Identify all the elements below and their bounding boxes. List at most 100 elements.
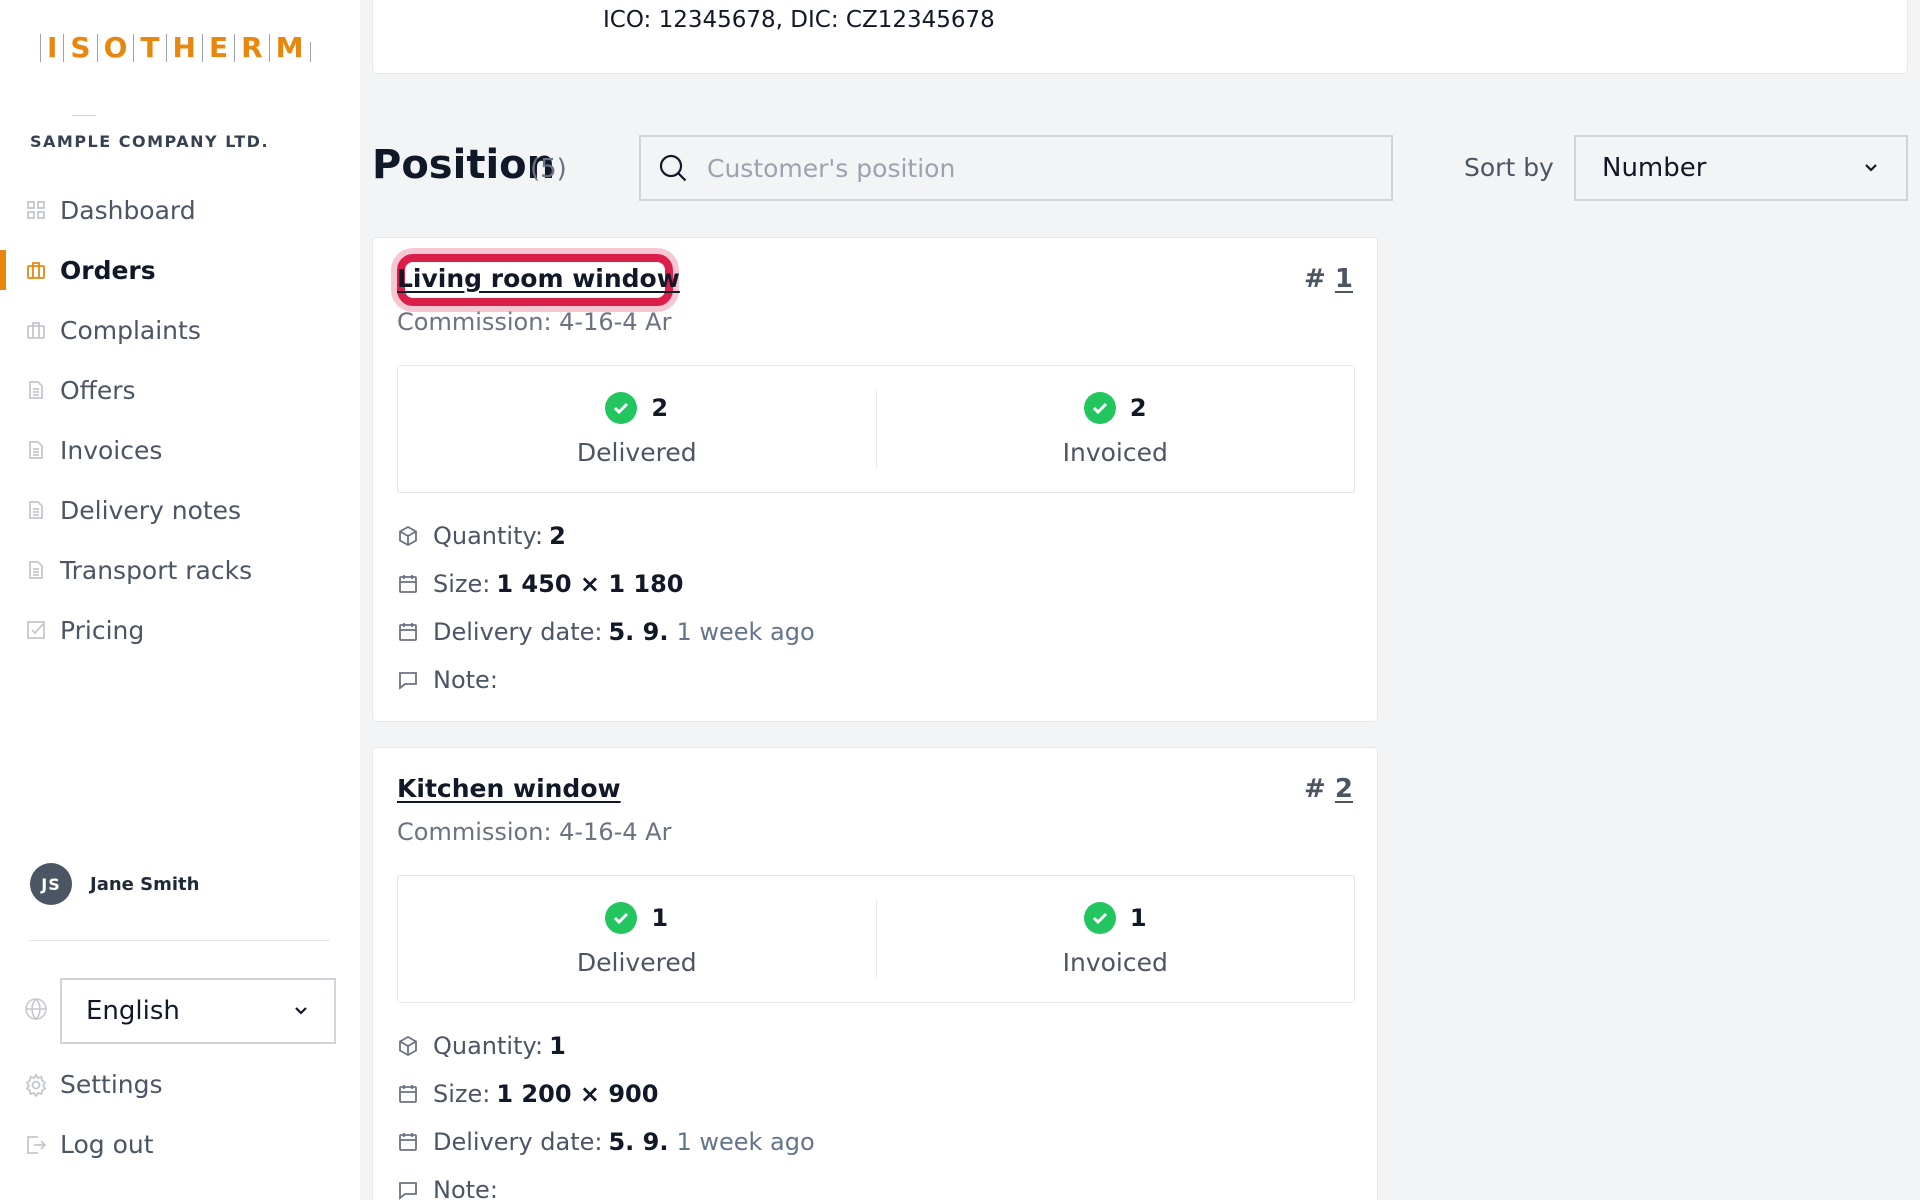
sidebar-divider bbox=[28, 940, 330, 941]
calendar-icon bbox=[399, 575, 417, 593]
comment-icon bbox=[399, 672, 417, 690]
logout-link[interactable]: Log out bbox=[24, 1130, 154, 1159]
status-summary: 1 Delivered 1 Invoiced bbox=[397, 875, 1355, 1003]
nav-item-complaints[interactable]: Complaints bbox=[0, 300, 360, 360]
position-number: # 1 bbox=[1304, 264, 1353, 294]
check-circle-icon bbox=[1083, 391, 1116, 424]
check-circle-icon bbox=[1083, 901, 1116, 934]
language-selected: English bbox=[86, 996, 180, 1026]
logo-divider bbox=[309, 42, 311, 62]
position-title-link[interactable]: Living room window bbox=[397, 264, 680, 293]
hash-symbol: # bbox=[1304, 264, 1326, 294]
nav-item-delivery-notes[interactable]: Delivery notes bbox=[0, 480, 360, 540]
grid-icon bbox=[26, 200, 46, 220]
nav-item-label: Orders bbox=[60, 255, 156, 285]
position-card: Kitchen window # 2 Commission: 4-16-4 Ar… bbox=[372, 747, 1378, 1200]
settings-label: Settings bbox=[60, 1070, 163, 1099]
user-profile[interactable]: JS Jane Smith bbox=[30, 863, 199, 905]
delivered-count: 2 bbox=[651, 393, 669, 422]
delivered-label: Delivered bbox=[576, 947, 697, 977]
check-circle-icon bbox=[605, 901, 638, 934]
size-label: Size: bbox=[433, 570, 491, 598]
chevron-down-icon bbox=[1862, 153, 1880, 183]
delivery-date-row: Delivery date: 5. 9. 1 week ago bbox=[397, 618, 815, 646]
nav-item-dashboard[interactable]: Dashboard bbox=[0, 180, 360, 240]
briefcase-icon bbox=[26, 320, 46, 340]
search-input[interactable] bbox=[707, 153, 1357, 183]
calendar-icon bbox=[399, 1085, 417, 1103]
nav-item-offers[interactable]: Offers bbox=[0, 360, 360, 420]
status-summary: 2 Delivered 2 Invoiced bbox=[397, 365, 1355, 493]
logout-icon bbox=[27, 1135, 47, 1154]
invoiced-stat: 1 Invoiced bbox=[875, 900, 1355, 978]
position-number-link[interactable]: 1 bbox=[1335, 264, 1353, 294]
sort-select[interactable]: Number bbox=[1574, 135, 1908, 201]
quantity-label: Quantity: bbox=[433, 522, 544, 550]
company-ids: ICO: 12345678, DIC: CZ12345678 bbox=[603, 7, 995, 33]
delivery-date-label: Delivery date: bbox=[433, 618, 603, 646]
nav-item-label: Transport racks bbox=[60, 555, 253, 585]
hash-symbol: # bbox=[1304, 774, 1326, 804]
checkbox-icon bbox=[26, 620, 46, 640]
position-number-link[interactable]: 2 bbox=[1335, 774, 1353, 804]
comment-icon bbox=[399, 1182, 417, 1200]
note-row: Note: bbox=[397, 1176, 498, 1200]
box-icon bbox=[399, 525, 417, 547]
language-select[interactable]: English bbox=[60, 978, 336, 1044]
user-name: Jane Smith bbox=[90, 873, 200, 895]
main-content: ICO: 12345678, DIC: CZ12345678 Position … bbox=[360, 0, 1920, 1200]
size-row: Size: 1 450 × 1 180 bbox=[397, 570, 683, 598]
position-title-link[interactable]: Kitchen window bbox=[397, 774, 621, 803]
language-row: English bbox=[24, 978, 336, 1044]
check-circle-icon bbox=[605, 391, 638, 424]
logout-label: Log out bbox=[60, 1130, 154, 1159]
delivered-count: 1 bbox=[651, 903, 669, 932]
nav-item-orders[interactable]: Orders bbox=[0, 240, 360, 300]
position-card: Living room window # 1 Commission: 4-16-… bbox=[372, 237, 1378, 722]
nav-item-label: Offers bbox=[60, 375, 136, 405]
delivered-stat: 1 Delivered bbox=[398, 876, 876, 1002]
nav-item-label: Invoices bbox=[60, 435, 163, 465]
nav-item-invoices[interactable]: Invoices bbox=[0, 420, 360, 480]
delivery-date-label: Delivery date: bbox=[433, 1128, 603, 1156]
commission: Commission: 4-16-4 Ar bbox=[397, 818, 672, 846]
delivery-date-row: Delivery date: 5. 9. 1 week ago bbox=[397, 1128, 815, 1156]
document-icon bbox=[26, 500, 46, 520]
size-label: Size: bbox=[433, 1080, 491, 1108]
document-icon bbox=[26, 440, 46, 460]
delivered-stat: 2 Delivered bbox=[398, 366, 876, 492]
delivery-date-value: 5. 9. bbox=[608, 1128, 669, 1156]
position-number: # 2 bbox=[1304, 774, 1353, 804]
search-box bbox=[639, 135, 1393, 201]
nav-item-transport-racks[interactable]: Transport racks bbox=[0, 540, 360, 600]
gear-icon bbox=[25, 1072, 47, 1097]
quantity-value: 1 bbox=[549, 1032, 566, 1060]
globe-icon bbox=[24, 997, 48, 1025]
chevron-down-icon bbox=[292, 996, 310, 1026]
note-label: Note: bbox=[433, 1176, 498, 1200]
note-row: Note: bbox=[397, 666, 498, 694]
quantity-label: Quantity: bbox=[433, 1032, 544, 1060]
calendar-icon bbox=[399, 1133, 417, 1151]
nav-item-pricing[interactable]: Pricing bbox=[0, 600, 360, 660]
logo-letter: H bbox=[165, 34, 202, 62]
invoiced-count: 1 bbox=[1129, 903, 1147, 932]
briefcase-icon bbox=[26, 260, 46, 280]
calendar-icon bbox=[399, 623, 417, 641]
invoiced-stat: 2 Invoiced bbox=[875, 390, 1355, 468]
quantity-row: Quantity: 1 bbox=[397, 1032, 566, 1060]
note-label: Note: bbox=[433, 666, 498, 694]
logo-letter: E bbox=[201, 34, 234, 62]
sort-label: Sort by bbox=[1464, 153, 1554, 182]
delivery-date-value: 5. 9. bbox=[608, 618, 669, 646]
company-name: SAMPLE COMPANY LTD. bbox=[30, 132, 270, 151]
logo-letter: O bbox=[96, 34, 134, 62]
delivered-label: Delivered bbox=[576, 437, 697, 467]
settings-link[interactable]: Settings bbox=[24, 1070, 163, 1099]
quantity-value: 2 bbox=[549, 522, 566, 550]
document-icon bbox=[26, 380, 46, 400]
logo-letter: R bbox=[234, 34, 269, 62]
isotherm-logo[interactable]: I S O T H E R M bbox=[40, 22, 311, 62]
nav-item-label: Delivery notes bbox=[60, 495, 242, 525]
page-title: Position bbox=[372, 142, 556, 188]
